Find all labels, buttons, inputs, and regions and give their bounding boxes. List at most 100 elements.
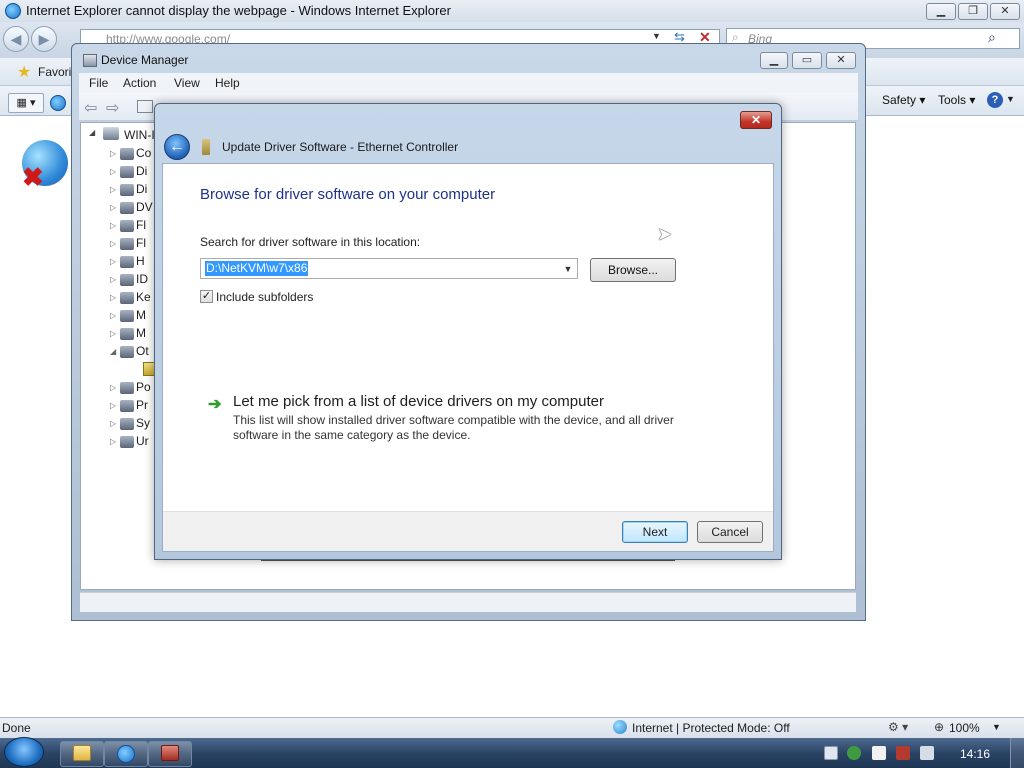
status-zone[interactable]: Internet | Protected Mode: Off [632,721,790,735]
pick-from-list-link[interactable]: Let me pick from a list of device driver… [233,393,604,410]
status-done: Done [2,721,31,735]
dialog-title: Update Driver Software - Ethernet Contro… [222,140,459,154]
tray-security-icon[interactable] [847,746,861,760]
device-category-icon [120,435,134,448]
internet-zone-icon [613,720,627,734]
favorites-star-icon[interactable]: ★ [17,62,31,82]
dm-maximize-button[interactable]: ▭ [792,52,822,69]
address-dropdown-icon[interactable]: ▼ [652,31,661,41]
device-category-icon [120,147,134,160]
ie-close-button[interactable]: ✕ [990,3,1020,20]
forward-icon[interactable]: ▶ [31,26,57,52]
tree-item[interactable]: ▷ Pr [110,398,160,414]
menu-view[interactable]: View [174,76,200,90]
tree-item[interactable]: ▷ H [110,254,160,270]
cancel-button[interactable]: Cancel [697,521,763,543]
device-category-icon [120,201,134,214]
search-icon[interactable]: ⌕ [988,29,996,46]
quick-tabs-icon[interactable]: ▦ ▾ [8,93,44,113]
device-category-icon [120,237,134,250]
ie-window-title: Internet Explorer cannot display the web… [26,3,451,18]
dialog-close-button[interactable]: ✕ [740,111,772,129]
tray-notes-icon[interactable] [824,746,838,760]
tree-expand-icon[interactable]: ◢ [89,128,95,137]
include-subfolders-label[interactable]: Include subfolders [216,290,313,304]
device-category-icon [120,381,134,394]
device-category-icon [120,309,134,322]
dialog-content-panel [162,163,774,552]
next-button[interactable]: Next [622,521,688,543]
ie-status-bar [0,717,1024,738]
dm-view-icon[interactable] [137,100,153,113]
folder-icon [73,745,91,761]
device-manager-title: Device Manager [101,53,189,67]
error-x-icon: ✖ [22,162,44,192]
favorites-label[interactable]: Favori [38,65,71,79]
tree-item[interactable]: ▷ Po [110,380,160,396]
zoom-icon[interactable]: ⊕ [934,720,944,734]
ie-restore-button[interactable]: ❐ [958,3,988,20]
dm-minimize-button[interactable]: ▁ [760,52,788,69]
dm-forward-icon[interactable]: ⇨ [106,98,119,118]
device-category-icon [120,291,134,304]
tools-menu[interactable]: Tools ▾ [938,93,975,107]
tree-item[interactable]: ▷ Di [110,182,160,198]
tree-item[interactable]: ▷ M [110,308,160,324]
back-icon[interactable]: ◀ [3,26,29,52]
security-status-icon[interactable]: ⚙ ▾ [888,720,908,734]
device-manager-task-icon [161,745,179,761]
zoom-dropdown-icon[interactable]: ▼ [992,722,1001,732]
device-category-icon [120,327,134,340]
mouse-pointer-icon: ➤ [657,224,673,244]
menu-help[interactable]: Help [215,76,240,90]
tray-volume-icon[interactable] [920,746,934,760]
device-category-icon [120,165,134,178]
include-subfolders-checkbox[interactable]: ✓ [200,290,213,303]
dm-back-icon[interactable]: ⇦ [84,98,97,118]
menu-action[interactable]: Action [123,76,156,90]
ie-logo-icon [5,3,21,19]
pick-from-list-description: This list will show installed driver sof… [233,413,674,442]
dialog-heading: Browse for driver software on your compu… [200,186,496,203]
tree-item[interactable]: ▷ Fl [110,218,160,234]
help-dropdown-icon[interactable]: ▼ [1006,94,1015,104]
device-category-icon [120,183,134,196]
green-arrow-icon: ➔ [208,396,222,413]
tree-item[interactable]: ▷ Fl [110,236,160,252]
driver-path-value[interactable]: D:\NetKVM\w7\x86 [205,261,309,276]
show-desktop-button[interactable] [1010,738,1024,768]
tree-item[interactable]: ▷ ID [110,272,160,288]
search-location-label: Search for driver software in this locat… [200,235,421,249]
tree-root-label[interactable]: WIN-I [124,128,156,142]
browse-button[interactable]: Browse... [590,258,676,282]
safety-menu[interactable]: Safety ▾ [882,93,925,107]
zoom-level[interactable]: 100% [949,721,980,735]
tree-item[interactable]: ▷ Co [110,146,160,162]
other-devices-icon [120,345,134,358]
menu-file[interactable]: File [89,76,108,90]
tree-item[interactable]: ▷ Ke [110,290,160,306]
device-category-icon [120,273,134,286]
tree-item[interactable]: ▷ Sy [110,416,160,432]
device-category-icon [120,399,134,412]
tree-item-expanded[interactable]: ◢ Ot [110,344,160,360]
path-dropdown-icon[interactable]: ▼ [561,262,575,276]
help-icon[interactable]: ? [987,92,1003,108]
device-category-icon [120,255,134,268]
tray-network-icon[interactable] [896,746,910,760]
ethernet-device-icon [202,139,210,155]
tree-item[interactable]: ▷ Di [110,164,160,180]
computer-icon [103,127,119,140]
tray-flag-icon[interactable] [872,746,886,760]
dialog-back-button[interactable]: ← [164,134,190,160]
tree-item[interactable]: ▷ Ur [110,434,160,450]
taskbar-clock[interactable]: 14:16 [960,747,990,761]
device-manager-icon [83,54,97,67]
tree-item[interactable]: ▷ M [110,326,160,342]
start-button[interactable] [4,737,44,767]
tab-ie-icon[interactable] [50,95,66,111]
dm-close-button[interactable]: ✕ [826,52,856,69]
taskbar-ie-icon [117,745,135,763]
tree-item[interactable]: ▷ DV [110,200,160,216]
ie-minimize-button[interactable]: ▁ [926,3,956,20]
